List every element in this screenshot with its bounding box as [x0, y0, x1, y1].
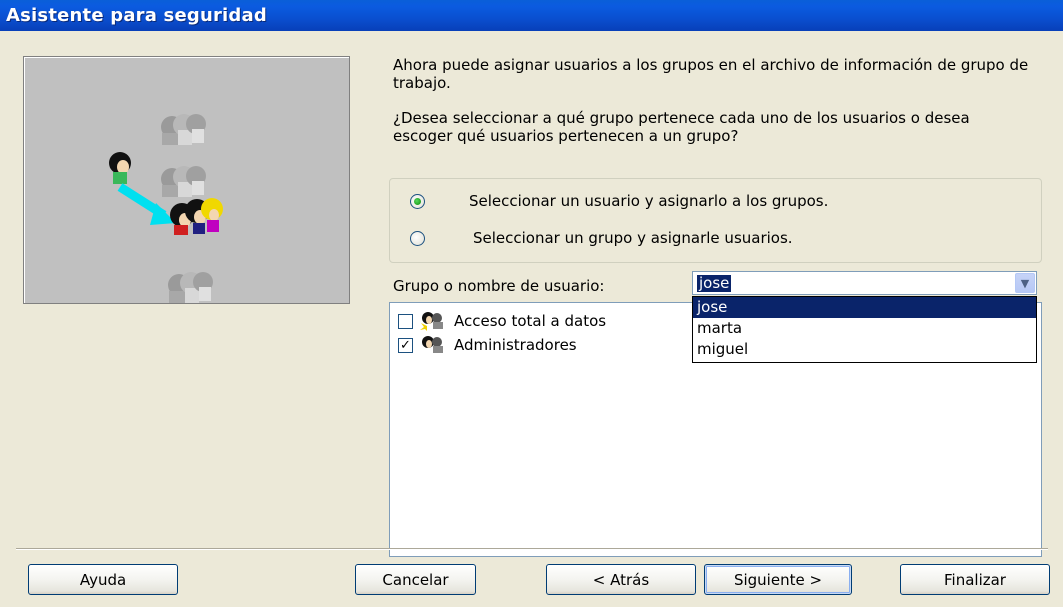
- intro-paragraph-1: Ahora puede asignar usuarios a los grupo…: [393, 56, 1029, 92]
- help-button[interactable]: Ayuda: [28, 564, 178, 595]
- wizard-illustration: [23, 56, 350, 304]
- dropdown-arrow-icon[interactable]: ▼: [1015, 273, 1035, 293]
- radio-select-group[interactable]: Seleccionar un grupo y asignarle usuario…: [410, 229, 793, 247]
- next-button[interactable]: Siguiente >: [704, 564, 852, 595]
- radio-button-checked[interactable]: [410, 193, 425, 209]
- admin-group-icon: [422, 336, 443, 353]
- title-bar: Asistente para seguridad: [0, 0, 1063, 31]
- user-combobox-value[interactable]: jose: [697, 275, 732, 292]
- dropdown-option-jose[interactable]: jose: [693, 297, 1036, 318]
- user-combobox[interactable]: jose ▼: [692, 271, 1037, 295]
- group-item-admins[interactable]: ✓ Administradores: [398, 334, 577, 356]
- group-icon: [420, 312, 443, 331]
- dropdown-option-miguel[interactable]: miguel: [693, 339, 1036, 360]
- dropdown-option-marta[interactable]: marta: [693, 318, 1036, 339]
- window-title: Asistente para seguridad: [6, 5, 267, 26]
- group-item-label: Administradores: [454, 336, 577, 354]
- intro-text: Ahora puede asignar usuarios a los grupo…: [393, 56, 1033, 162]
- cancel-button[interactable]: Cancelar: [355, 564, 476, 595]
- group-item-full-access[interactable]: Acceso total a datos: [398, 310, 606, 332]
- group-checkbox-checked[interactable]: ✓: [398, 337, 413, 353]
- user-icon: [109, 152, 131, 184]
- user-field-label: Grupo o nombre de usuario:: [393, 277, 605, 295]
- radio-select-user[interactable]: Seleccionar un usuario y asignarlo a los…: [410, 192, 828, 210]
- finish-button[interactable]: Finalizar: [900, 564, 1050, 595]
- users-group-illustration: [109, 114, 223, 303]
- selected-group-icon: [170, 198, 223, 235]
- radio-select-user-label: Seleccionar un usuario y asignarlo a los…: [469, 192, 829, 210]
- back-button[interactable]: < Atrás: [546, 564, 696, 595]
- radio-select-group-label: Seleccionar un grupo y asignarle usuario…: [473, 229, 793, 247]
- footer-divider: [16, 548, 1048, 550]
- assignment-mode-group: [389, 178, 1042, 263]
- intro-paragraph-2: ¿Desea seleccionar a qué grupo pertenece…: [393, 109, 970, 145]
- radio-button-unchecked[interactable]: [410, 230, 425, 246]
- group-item-label: Acceso total a datos: [454, 312, 607, 330]
- user-dropdown-list[interactable]: jose marta miguel: [692, 296, 1037, 363]
- group-checkbox-unchecked[interactable]: [398, 313, 413, 329]
